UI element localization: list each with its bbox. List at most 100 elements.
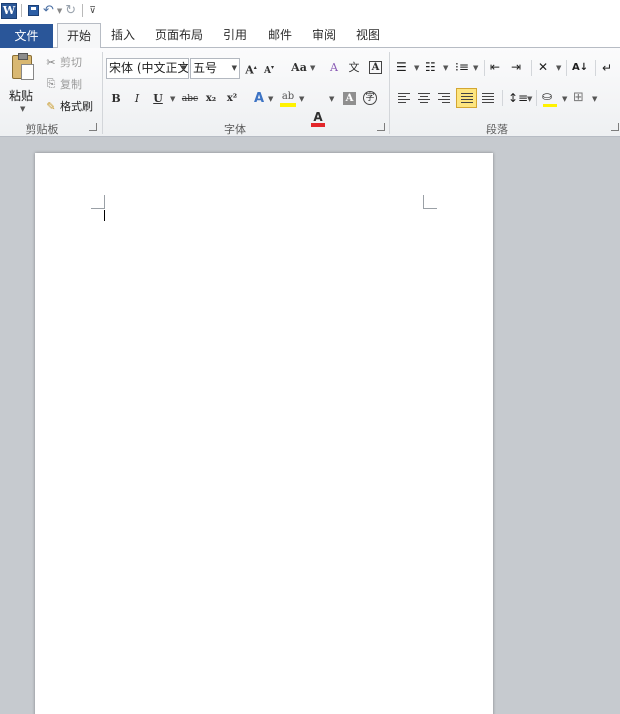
italic-button[interactable]: I xyxy=(131,89,143,109)
chevron-down-icon: ▼ xyxy=(180,64,186,72)
tab-page-layout[interactable]: 页面布局 xyxy=(150,23,208,47)
distribute-button[interactable] xyxy=(480,90,496,106)
chevron-down-icon[interactable]: ▼ xyxy=(310,64,315,72)
chevron-down-icon[interactable]: ▼ xyxy=(592,95,597,103)
scissors-icon: ✂ xyxy=(46,55,56,69)
justify-button[interactable] xyxy=(456,88,477,108)
change-case-button[interactable]: Aa xyxy=(290,58,308,78)
ribbon-tabs: 文件 开始 插入 页面布局 引用 邮件 审阅 视图 xyxy=(0,21,620,49)
line-spacing-button[interactable]: ↕≡ xyxy=(508,90,528,106)
undo-dropdown-icon[interactable]: ▼ xyxy=(57,7,62,15)
align-right-button[interactable] xyxy=(436,90,452,106)
strikethrough-button[interactable]: abc xyxy=(181,89,199,109)
redo-button[interactable]: ↻ xyxy=(65,3,76,19)
separator xyxy=(82,4,84,17)
separator xyxy=(595,60,596,76)
paragraph-group-label: 段落 xyxy=(486,123,508,136)
document-page[interactable] xyxy=(35,153,493,714)
multilevel-list-button[interactable]: ⁝≡ xyxy=(455,60,471,76)
tab-review[interactable]: 审阅 xyxy=(307,23,341,47)
chevron-down-icon[interactable]: ▼ xyxy=(299,95,304,103)
phonetic-guide-button[interactable]: 文 xyxy=(346,58,362,78)
phonetic-icon: 文 xyxy=(348,61,360,74)
group-separator xyxy=(102,52,103,134)
chevron-down-icon[interactable]: ▼ xyxy=(329,95,334,103)
customize-qat-button[interactable]: ⊽ xyxy=(89,3,96,19)
character-shading-button[interactable]: A xyxy=(343,92,356,105)
decrease-indent-button[interactable]: ⇤ xyxy=(490,60,506,76)
copy-label: 复制 xyxy=(60,78,82,91)
highlight-button[interactable]: ab xyxy=(279,87,297,107)
tab-mailings[interactable]: 邮件 xyxy=(263,23,297,47)
chinese-layout-button[interactable]: ✕ xyxy=(538,60,554,76)
bullets-button[interactable]: ☰ xyxy=(396,60,412,76)
chevron-down-icon[interactable]: ▼ xyxy=(473,64,478,72)
character-border-button[interactable]: A xyxy=(369,61,382,74)
font-color-button[interactable]: A xyxy=(310,107,326,127)
quick-access-toolbar: W ↶ ▼ ↻ ⊽ xyxy=(0,0,620,21)
paragraph-launcher-icon[interactable] xyxy=(611,123,619,131)
chevron-down-icon[interactable]: ▼ xyxy=(268,95,273,103)
clear-format-button[interactable]: A xyxy=(326,58,342,78)
superscript-button[interactable]: x² xyxy=(225,89,239,109)
text-cursor xyxy=(104,210,105,221)
show-marks-button[interactable]: ↵ xyxy=(602,60,618,76)
eraser-icon: A xyxy=(330,61,338,74)
undo-button[interactable]: ↶ xyxy=(43,3,54,19)
chevron-down-icon[interactable]: ▼ xyxy=(556,64,561,72)
font-launcher-icon[interactable] xyxy=(377,123,385,131)
chevron-down-icon[interactable]: ▼ xyxy=(170,95,175,103)
group-separator xyxy=(389,52,390,134)
margin-corner-top-left xyxy=(91,195,105,209)
cut-button[interactable]: ✂ 剪切 xyxy=(44,52,82,72)
document-area xyxy=(0,137,620,714)
clipboard-launcher-icon[interactable] xyxy=(89,123,97,131)
grow-font-button[interactable]: A▴ xyxy=(244,58,258,78)
save-button[interactable] xyxy=(28,3,39,19)
increase-indent-icon: ⇥ xyxy=(511,60,522,74)
tab-references[interactable]: 引用 xyxy=(218,23,252,47)
separator xyxy=(484,60,485,76)
customize-qat-icon: ⊽ xyxy=(89,5,96,16)
subscript-button[interactable]: x₂ xyxy=(204,89,218,109)
numbering-button[interactable]: ☷ xyxy=(425,60,441,76)
enclose-characters-button[interactable]: 字 xyxy=(363,91,377,105)
underline-button[interactable]: U xyxy=(152,89,164,109)
shading-color-bar xyxy=(543,104,557,107)
chevron-down-icon[interactable]: ▼ xyxy=(443,64,448,72)
word-app-icon[interactable]: W xyxy=(1,2,17,19)
sort-button[interactable]: A↓ xyxy=(572,60,588,76)
copy-button[interactable]: ⎘ 复制 xyxy=(44,74,82,94)
tab-home[interactable]: 开始 xyxy=(57,23,101,49)
paste-button[interactable]: 粘贴 ▼ xyxy=(6,52,38,116)
cut-label: 剪切 xyxy=(60,56,82,69)
shading-button[interactable]: ⛀ xyxy=(542,88,558,107)
borders-button[interactable]: ⊞ xyxy=(573,90,589,106)
font-size-combo[interactable]: 五号 ▼ xyxy=(190,58,240,79)
increase-indent-button[interactable]: ⇥ xyxy=(511,60,527,76)
paint-bucket-icon: ⛀ xyxy=(542,89,553,103)
shrink-font-button[interactable]: A▾ xyxy=(263,58,275,78)
separator xyxy=(531,60,532,76)
chevron-down-icon[interactable]: ▼ xyxy=(562,95,567,103)
text-effects-button[interactable]: A xyxy=(252,89,266,109)
format-painter-button[interactable]: ✎ 格式刷 xyxy=(44,96,93,116)
chinese-layout-icon: ✕ xyxy=(538,60,549,74)
tab-file[interactable]: 文件 xyxy=(0,24,53,48)
chevron-down-icon[interactable]: ▼ xyxy=(527,95,532,103)
redo-icon: ↻ xyxy=(65,3,77,18)
chevron-down-icon[interactable]: ▼ xyxy=(414,64,419,72)
bold-button[interactable]: B xyxy=(110,89,122,109)
paste-label: 粘贴 xyxy=(9,89,34,103)
bullets-icon: ☰ xyxy=(396,60,407,74)
separator xyxy=(536,90,537,106)
align-left-button[interactable] xyxy=(396,90,412,106)
paste-dropdown-icon[interactable]: ▼ xyxy=(20,105,25,113)
font-name-combo[interactable]: 宋体 (中文正文 ▼ xyxy=(106,58,189,79)
tab-view[interactable]: 视图 xyxy=(351,23,385,47)
paragraph-mark-icon: ↵ xyxy=(602,61,613,75)
align-center-button[interactable] xyxy=(416,90,432,106)
brush-icon: ✎ xyxy=(46,99,56,113)
tab-insert[interactable]: 插入 xyxy=(106,23,140,47)
font-color-bar xyxy=(311,123,325,127)
